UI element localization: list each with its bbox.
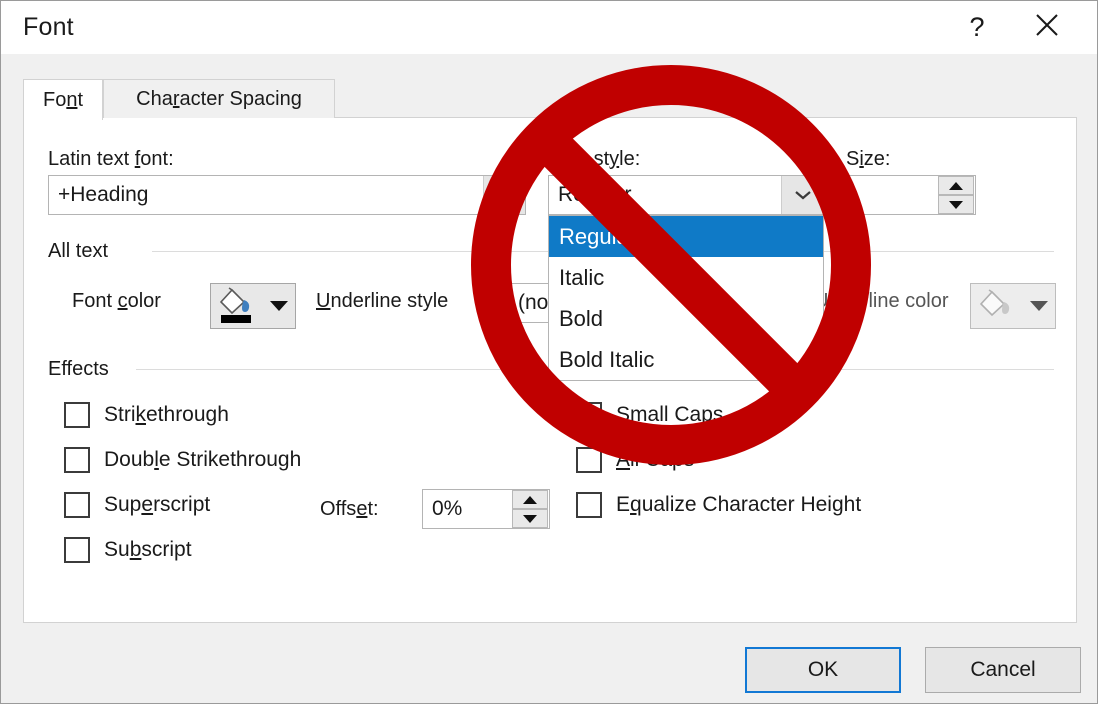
small-caps-checkbox-box[interactable] [576,402,602,428]
paint-bucket-icon [219,287,251,323]
equalize-character-height-label[interactable]: Equalize Character Height [616,493,861,517]
font-style-combo[interactable]: Regular [548,175,824,215]
font-style-option-bold[interactable]: Bold [549,298,823,339]
small-caps-label[interactable]: Small Caps [616,403,723,427]
latin-text-font-combo[interactable]: +Heading [48,175,526,215]
size-label: Size: [846,148,891,170]
checkbox-equalize-character-height[interactable]: Equalize Character Height [576,492,861,518]
font-tab-panel: Latin text font: +Heading Font style: Re… [23,117,1077,623]
tab-character-spacing[interactable]: Character Spacing [103,79,335,118]
checkbox-all-caps[interactable]: All Caps [576,447,694,473]
latin-text-font-value: +Heading [58,183,149,206]
font-style-label: Font style: [548,148,641,170]
tab-font[interactable]: Font [23,79,103,120]
superscript-label[interactable]: Superscript [104,493,210,517]
underline-color-swatch-wrap [971,287,1023,325]
tab-strip: Font Character Spacing [23,79,1077,120]
question-mark-icon: ? [969,12,985,42]
font-style-dropdown-list[interactable]: Regular Italic Bold Bold Italic [548,215,824,381]
underline-color-button[interactable] [970,283,1056,329]
offset-value: 0% [432,497,463,520]
cancel-button[interactable]: Cancel [925,647,1081,693]
size-decrement-button[interactable] [938,195,974,214]
checkbox-strikethrough[interactable]: Strikethrough [64,402,229,428]
effects-group-title: Effects [48,358,109,380]
latin-text-font-label: Latin text font: [48,148,174,170]
checkbox-superscript[interactable]: Superscript [64,492,210,518]
font-style-option-italic[interactable]: Italic [549,257,823,298]
offset-increment-button[interactable] [512,490,548,509]
tab-font-label: Font [42,88,84,111]
tab-character-spacing-label: Character Spacing [136,87,302,110]
equalize-character-height-checkbox-box[interactable] [576,492,602,518]
triangle-down-icon [523,514,537,523]
font-style-option-bold-italic[interactable]: Bold Italic [549,339,823,380]
paint-bucket-icon [979,289,1010,317]
offset-decrement-button[interactable] [512,509,548,528]
dialog-title: Font [23,13,74,41]
chevron-down-icon [270,301,288,311]
font-color-swatch-wrap [211,287,263,325]
all-text-group-title: All text [48,240,109,262]
title-bar: Font ? [1,1,1097,54]
font-style-option-regular[interactable]: Regular [549,216,823,257]
font-color-button[interactable] [210,283,296,329]
help-button[interactable]: ? [949,1,1005,54]
subscript-checkbox-box[interactable] [64,537,90,563]
all-caps-label[interactable]: All Caps [616,448,694,472]
font-style-chevron-down-icon[interactable] [781,176,823,214]
offset-label: Offset: [320,498,379,520]
checkbox-double-strikethrough[interactable]: Double Strikethrough [64,447,301,473]
strikethrough-checkbox-box[interactable] [64,402,90,428]
latin-text-font-chevron-down-icon[interactable] [483,176,525,214]
underline-color-dropdown-arrow[interactable] [1023,301,1055,311]
close-x-icon [1034,12,1060,43]
triangle-up-icon [523,495,537,504]
ok-button-label: OK [807,658,839,681]
size-spinner[interactable] [846,175,976,215]
triangle-up-icon [949,181,963,190]
cancel-button-label: Cancel [970,658,1036,681]
underline-color-label: Underline color [814,290,949,312]
double-strikethrough-label[interactable]: Double Strikethrough [104,448,301,472]
subscript-label[interactable]: Subscript [104,538,192,562]
triangle-down-icon [949,200,963,209]
font-color-label: Font color [72,290,161,312]
checkbox-small-caps[interactable]: Small Caps [576,402,723,428]
chevron-down-icon [1030,301,1048,311]
font-style-value: Regular [558,183,632,206]
underline-style-label: Underline style [316,290,449,312]
strikethrough-label[interactable]: Strikethrough [104,403,229,427]
font-dialog: Font ? Font Character Spacing Latin text… [0,0,1098,704]
all-caps-checkbox-box[interactable] [576,447,602,473]
close-button[interactable] [1019,1,1075,54]
offset-spinner[interactable]: 0% [422,489,550,529]
superscript-checkbox-box[interactable] [64,492,90,518]
checkbox-subscript[interactable]: Subscript [64,537,192,563]
font-color-dropdown-arrow[interactable] [263,301,295,311]
double-strikethrough-checkbox-box[interactable] [64,447,90,473]
ok-button[interactable]: OK [745,647,901,693]
size-increment-button[interactable] [938,176,974,195]
